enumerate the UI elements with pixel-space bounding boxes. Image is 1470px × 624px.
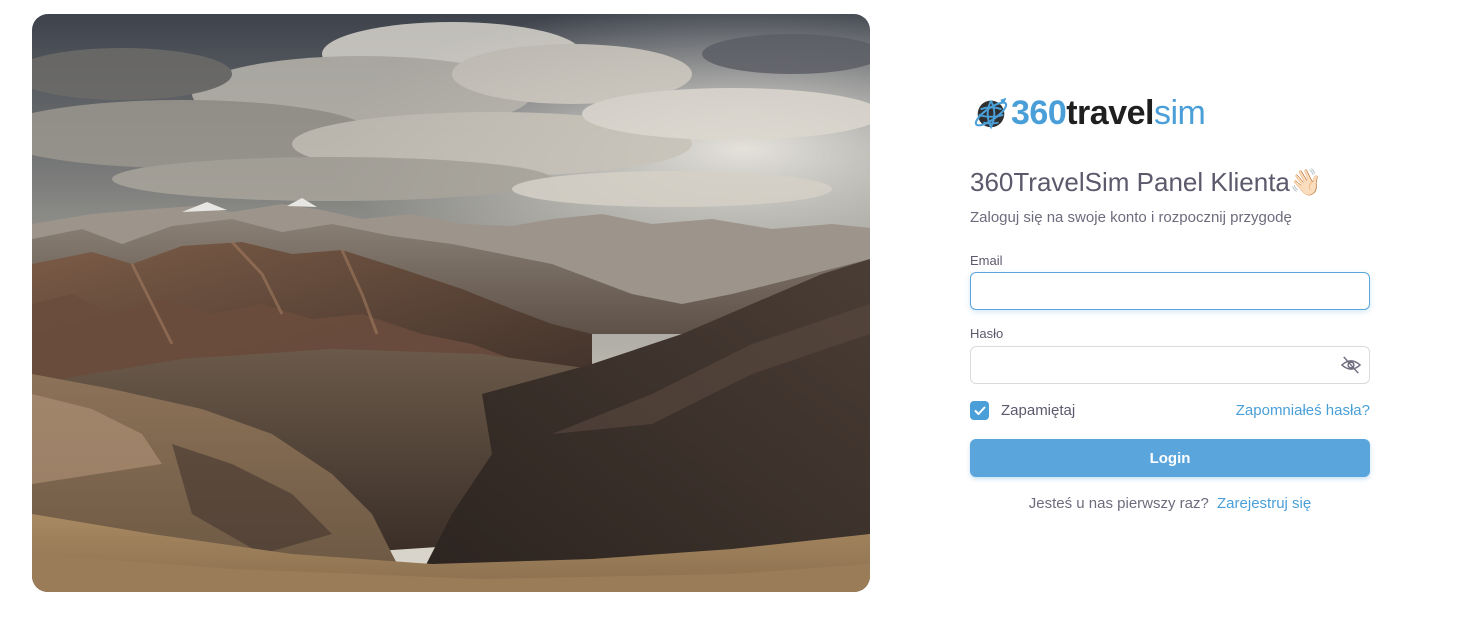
checkmark-icon: [974, 406, 985, 415]
email-label: Email: [970, 253, 1003, 268]
brand-logo[interactable]: 360travelsim: [972, 92, 1206, 134]
mountain-landscape-image: [32, 14, 870, 592]
page-title-text: 360TravelSim Panel Klienta: [970, 167, 1290, 197]
forgot-password-link[interactable]: Zapomniałeś hasła?: [1236, 402, 1370, 419]
logo-number-text: 360: [1011, 94, 1067, 132]
logo-middle-text: travel: [1066, 94, 1154, 132]
globe-plane-icon: [974, 97, 1008, 130]
remember-me-label: Zapamiętaj: [1001, 402, 1076, 419]
page-subtitle: Zaloguj się na swoje konto i rozpocznij …: [970, 209, 1292, 226]
signup-prompt: Jesteś u nas pierwszy raz? Zarejestruj s…: [970, 495, 1370, 512]
email-field[interactable]: [970, 272, 1370, 310]
signup-question: Jesteś u nas pierwszy raz?: [1028, 495, 1209, 512]
page-title: 360TravelSim Panel Klienta👋🏻: [970, 167, 1322, 198]
waving-hand-icon: 👋🏻: [1289, 167, 1323, 197]
checkbox-checked-icon[interactable]: [970, 401, 989, 420]
hero-landscape-image: [32, 14, 870, 592]
eye-off-icon[interactable]: [1340, 355, 1362, 375]
register-link[interactable]: Zarejestruj się: [1217, 495, 1311, 512]
remember-me-checkbox[interactable]: Zapamiętaj: [970, 401, 1075, 420]
logo-end-text: sim: [1153, 94, 1206, 132]
login-page: 360travelsim 360TravelSim Panel Klienta👋…: [0, 0, 1470, 624]
login-button[interactable]: Login: [970, 439, 1370, 477]
password-field[interactable]: [970, 346, 1370, 384]
brand-logo-text: 360travelsim: [1011, 92, 1206, 134]
password-label: Hasło: [970, 326, 1004, 341]
